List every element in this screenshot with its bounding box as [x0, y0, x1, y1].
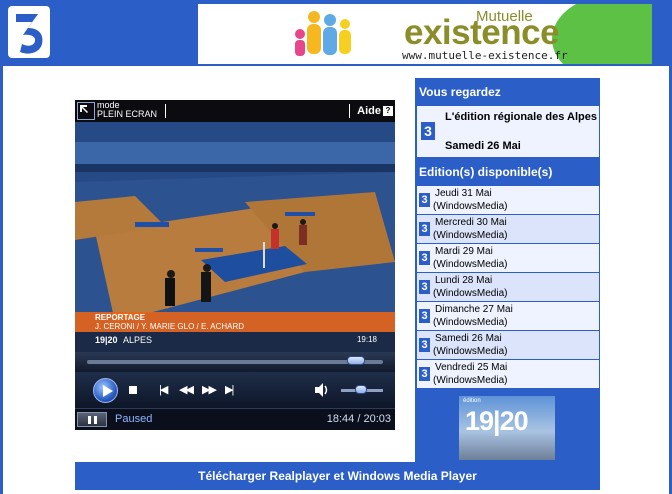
edition-date[interactable]: Samedi 26 Mai [435, 333, 502, 344]
ad-banner[interactable]: Mutuelle existence www.mutuelle-existenc… [198, 4, 652, 64]
edition-format[interactable]: (WindowsMedia) [433, 230, 507, 241]
family-icon [295, 11, 351, 56]
edition-date[interactable]: Dimanche 27 Mai [435, 304, 513, 315]
edition-date[interactable]: Lundi 28 Mai [435, 275, 492, 286]
seek-bar[interactable] [75, 352, 395, 372]
frame-border-left [0, 66, 3, 494]
fullscreen-icon[interactable] [77, 102, 95, 120]
next-button[interactable]: ▶| [225, 383, 234, 396]
editions-list: 3 Jeudi 31 Mai (WindowsMedia) 3 Mercredi… [417, 186, 599, 389]
ad-url[interactable]: www.mutuelle-existence.fr [402, 49, 568, 62]
edition-date[interactable]: Vendredi 25 Mai [435, 362, 507, 373]
fullscreen-button[interactable]: mode PLEIN ECRAN [97, 101, 157, 119]
list-item[interactable]: 3 Mardi 29 Mai (WindowsMedia) [417, 244, 599, 272]
program-name: 19|20 [95, 335, 118, 345]
edition-format[interactable]: (WindowsMedia) [433, 346, 507, 357]
sidebar: Vous regardez 3 L'édition régionale des … [415, 78, 600, 462]
stop-button[interactable] [129, 386, 137, 394]
video-frame[interactable]: REPORTAGE J. CERONI / Y. MARIE GLO / E. … [75, 122, 395, 352]
list-item[interactable]: 3 Jeudi 31 Mai (WindowsMedia) [417, 186, 599, 214]
france-3-icon: 3 [419, 280, 430, 294]
help-button[interactable]: Aide [357, 105, 381, 117]
playback-controls: |◀ ◀◀ ▶▶ ▶| [75, 372, 395, 408]
edition-format[interactable]: (WindowsMedia) [433, 288, 507, 299]
edition-date[interactable]: Mardi 29 Mai [435, 246, 493, 257]
playback-status: Paused [115, 413, 153, 425]
pause-button[interactable] [77, 412, 107, 427]
list-item[interactable]: 3 Vendredi 25 Mai (WindowsMedia) [417, 360, 599, 388]
edition-format[interactable]: (WindowsMedia) [433, 317, 507, 328]
france-3-icon: 3 [419, 367, 430, 381]
player-toolbar: mode PLEIN ECRAN Aide ? [75, 100, 395, 122]
france-3-icon: 3 [419, 251, 430, 265]
france-3-icon: 3 [419, 338, 430, 352]
top-banner: Mutuelle existence www.mutuelle-existenc… [0, 0, 672, 66]
france-3-icon: 3 [421, 122, 435, 140]
edition-date[interactable]: Jeudi 31 Mai [435, 188, 492, 199]
divider [165, 104, 166, 118]
caption-title: REPORTAGE [95, 313, 146, 322]
program-region: ALPES [123, 335, 153, 345]
seek-track[interactable] [87, 360, 383, 364]
fast-forward-button[interactable]: ▶▶ [202, 383, 217, 396]
divider [349, 104, 350, 118]
play-button[interactable] [93, 378, 118, 403]
france-3-logo[interactable] [8, 6, 50, 58]
thumbnail-small-label: édition [463, 398, 481, 404]
france-3-icon: 3 [419, 309, 430, 323]
volume-handle[interactable] [355, 385, 367, 394]
playback-time: 18:44 / 20:03 [326, 413, 391, 425]
current-program: 3 L'édition régionale des Alpes Samedi 2… [417, 106, 599, 157]
list-item[interactable]: 3 Lundi 28 Mai (WindowsMedia) [417, 273, 599, 301]
list-item[interactable]: 3 Dimanche 27 Mai (WindowsMedia) [417, 302, 599, 330]
france-3-icon: 3 [419, 193, 430, 207]
volume-icon[interactable] [314, 382, 330, 398]
editions-heading: Edition(s) disponible(s) [419, 165, 553, 179]
edition-format[interactable]: (WindowsMedia) [433, 201, 507, 212]
download-players-link[interactable]: Télécharger Realplayer et Windows Media … [75, 462, 600, 490]
edition-format[interactable]: (WindowsMedia) [433, 375, 507, 386]
ad-brand: existence [404, 13, 560, 52]
current-program-title: L'édition régionale des Alpes [445, 111, 597, 123]
media-player: mode PLEIN ECRAN Aide ? REPORTAGE J. CER… [75, 100, 395, 430]
now-watching-heading: Vous regardez [419, 85, 501, 99]
status-bar: Paused 18:44 / 20:03 [75, 408, 395, 430]
list-item[interactable]: 3 Mercredi 30 Mai (WindowsMedia) [417, 215, 599, 243]
caption-names: J. CERONI / Y. MARIE GLO / E. ACHARD [95, 322, 245, 331]
fullscreen-label-line2: PLEIN ECRAN [97, 109, 158, 119]
list-item[interactable]: 3 Samedi 26 Mai (WindowsMedia) [417, 331, 599, 359]
program-clock: 19:18 [356, 335, 377, 344]
previous-button[interactable]: |◀ [159, 383, 168, 396]
seek-handle[interactable] [347, 356, 365, 365]
help-icon[interactable]: ? [383, 106, 393, 116]
program-thumbnail[interactable]: édition 19|20 [459, 396, 555, 460]
edition-format[interactable]: (WindowsMedia) [433, 259, 507, 270]
current-program-date: Samedi 26 Mai [445, 140, 521, 152]
edition-date[interactable]: Mercredi 30 Mai [435, 217, 507, 228]
rewind-button[interactable]: ◀◀ [179, 383, 194, 396]
thumbnail-big-label: 19|20 [465, 406, 529, 436]
france-3-icon: 3 [419, 222, 430, 236]
